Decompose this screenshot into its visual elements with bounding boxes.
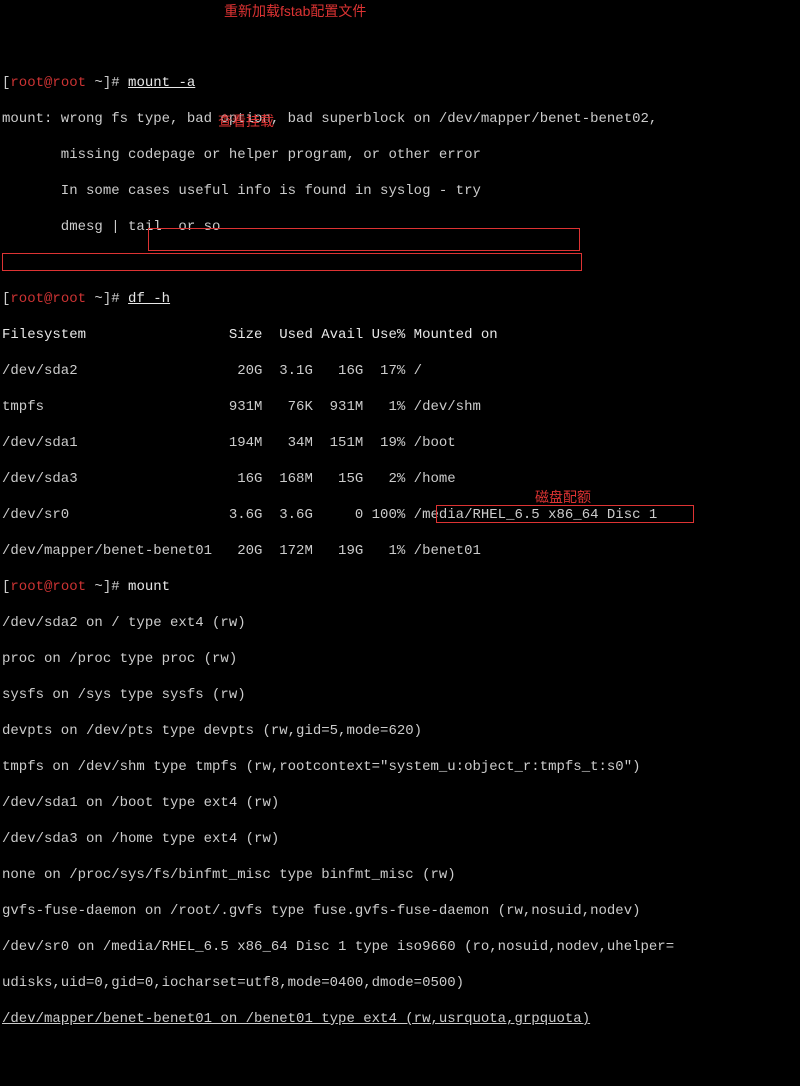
mount-l11: udisks,uid=0,gid=0,iocharset=utf8,mode=0… (2, 974, 798, 992)
prompt-line-3: [root@root ~]# mount (2, 578, 798, 596)
mount-l9: gvfs-fuse-daemon on /root/.gvfs type fus… (2, 902, 798, 920)
mount-output-l2: missing codepage or helper program, or o… (2, 146, 798, 164)
bracket-close: ~]# (86, 579, 120, 595)
annotation-view-mount: 查看挂载 (218, 112, 274, 130)
prompt-host: root@root (10, 75, 86, 91)
df-row-sda2: /dev/sda2 20G 3.1G 16G 17% / (2, 362, 798, 380)
sep (120, 75, 128, 91)
mount-l4: devpts on /dev/pts type devpts (rw,gid=5… (2, 722, 798, 740)
prompt-line-1: [root@root ~]# mount -a (2, 74, 798, 92)
mount-l10: /dev/sr0 on /media/RHEL_6.5 x86_64 Disc … (2, 938, 798, 956)
mount-l1: /dev/sda2 on / type ext4 (rw) (2, 614, 798, 632)
command-df-h[interactable]: df -h (128, 291, 170, 307)
df-row-benet01: /dev/mapper/benet-benet01 20G 172M 19G 1… (2, 542, 798, 560)
mount-l6: /dev/sda1 on /boot type ext4 (rw) (2, 794, 798, 812)
df-row-tmpfs: tmpfs 931M 76K 931M 1% /dev/shm (2, 398, 798, 416)
bracket-close: ~]# (86, 291, 120, 307)
mount-output-l3: In some cases useful info is found in sy… (2, 182, 798, 200)
bracket-close: ~]# (86, 75, 120, 91)
mount-l5: tmpfs on /dev/shm type tmpfs (rw,rootcon… (2, 758, 798, 776)
mount-l8: none on /proc/sys/fs/binfmt_misc type bi… (2, 866, 798, 884)
mount-output-l4: dmesg | tail or so (2, 218, 798, 236)
df-header: Filesystem Size Used Avail Use% Mounted … (2, 326, 798, 344)
sep (120, 579, 128, 595)
prompt-line-2: [root@root ~]# df -h (2, 290, 798, 308)
prompt-host: root@root (10, 291, 86, 307)
command-mount[interactable]: mount (128, 579, 170, 595)
df-row-sr0: /dev/sr0 3.6G 3.6G 0 100% /media/RHEL_6.… (2, 506, 798, 524)
bracket-open: [ (2, 579, 10, 595)
mount-output-l1: mount: wrong fs type, bad option, bad su… (2, 110, 798, 128)
mount-l7: /dev/sda3 on /home type ext4 (rw) (2, 830, 798, 848)
df-row-sda1: /dev/sda1 194M 34M 151M 19% /boot (2, 434, 798, 452)
annotation-reload-fstab: 重新加载fstab配置文件 (224, 2, 366, 20)
mount-l2: proc on /proc type proc (rw) (2, 650, 798, 668)
prompt-host: root@root (10, 579, 86, 595)
df-row-sda3: /dev/sda3 16G 168M 15G 2% /home (2, 470, 798, 488)
mount-l12: /dev/mapper/benet-benet01 on /benet01 ty… (2, 1010, 798, 1028)
sep (120, 291, 128, 307)
command-mount-a[interactable]: mount -a (128, 75, 195, 91)
annotation-disk-quota: 磁盘配额 (535, 488, 591, 506)
mount-l3: sysfs on /sys type sysfs (rw) (2, 686, 798, 704)
